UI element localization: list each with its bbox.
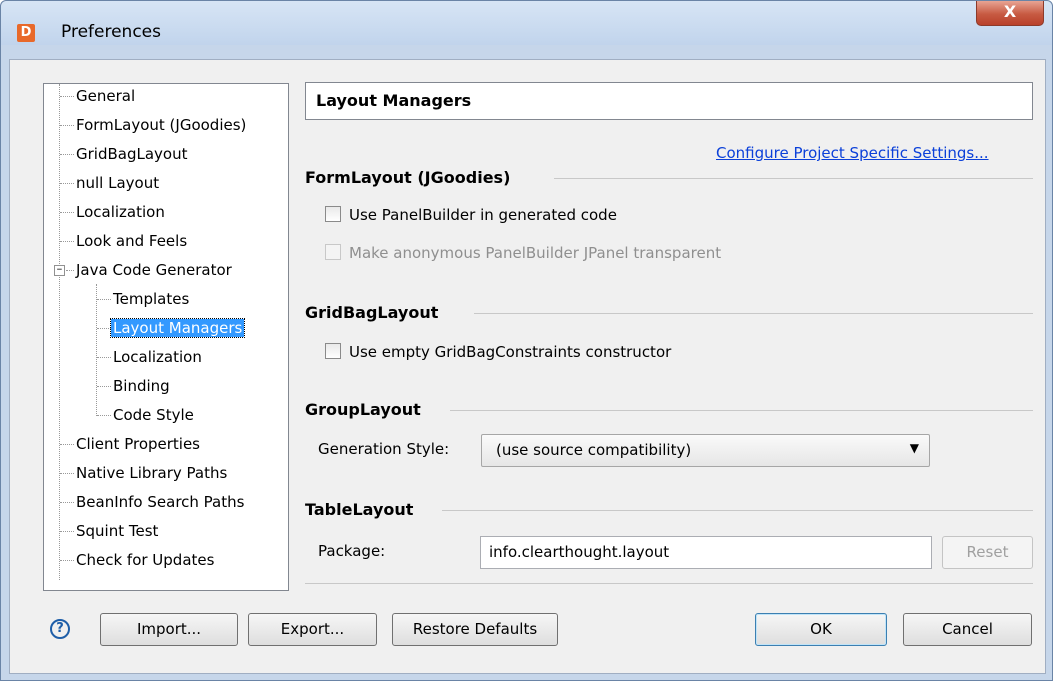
tree-item-localization-sub[interactable]: Localization	[111, 345, 204, 369]
section-divider	[554, 178, 1033, 179]
tree-item-general[interactable]: General	[74, 84, 137, 108]
tree-connector	[60, 183, 74, 184]
configure-project-settings-link[interactable]: Configure Project Specific Settings...	[716, 144, 989, 162]
export-button[interactable]: Export...	[248, 613, 377, 646]
page-title: Layout Managers	[316, 91, 472, 110]
tree-connector	[97, 357, 111, 358]
anonymous-panel-transparent-checkbox[interactable]: Make anonymous PanelBuilder JPanel trans…	[325, 243, 722, 262]
section-divider	[442, 510, 1033, 511]
reset-button[interactable]: Reset	[942, 536, 1033, 569]
tree-connector	[60, 502, 74, 503]
tree-item-label: Templates	[113, 290, 190, 308]
cancel-button[interactable]: Cancel	[903, 613, 1032, 646]
tree-item-beaninfo-search-paths[interactable]: BeanInfo Search Paths	[74, 490, 246, 514]
package-input[interactable]: info.clearthought.layout	[480, 536, 932, 569]
tree-connector	[97, 299, 111, 300]
tree-connector	[60, 154, 74, 155]
collapse-icon[interactable]: −	[54, 265, 65, 276]
tree-item-label: Localization	[76, 203, 165, 221]
tree-connector	[60, 444, 74, 445]
tree-item-null-layout[interactable]: null Layout	[74, 171, 161, 195]
tree-connector	[60, 241, 74, 242]
tree-item-label: null Layout	[76, 174, 160, 192]
tree-connector	[97, 328, 111, 329]
generation-style-label: Generation Style:	[318, 440, 450, 458]
tree-item-label: FormLayout (JGoodies)	[76, 116, 247, 134]
page-title-box: Layout Managers	[305, 82, 1033, 120]
import-button[interactable]: Import...	[100, 613, 238, 646]
tree-guide-children	[96, 284, 97, 416]
checkbox-box[interactable]	[325, 243, 341, 260]
tree-item-binding[interactable]: Binding	[111, 374, 172, 398]
tree-item-squint-test[interactable]: Squint Test	[74, 519, 160, 543]
checkbox-label: Make anonymous PanelBuilder JPanel trans…	[349, 244, 722, 262]
tree-item-java-code-generator[interactable]: Java Code Generator	[74, 258, 234, 282]
tree-item-label: Check for Updates	[76, 551, 215, 569]
dialog-content: General FormLayout (JGoodies) GridBagLay…	[9, 59, 1046, 674]
tree-item-label: BeanInfo Search Paths	[76, 493, 245, 511]
formlayout-section-title: FormLayout (JGoodies)	[305, 168, 511, 187]
chevron-down-icon: ▼	[909, 441, 919, 455]
tree-item-label: Localization	[113, 348, 202, 366]
use-panelbuilder-checkbox[interactable]: Use PanelBuilder in generated code	[325, 205, 617, 224]
close-button[interactable]: X	[976, 1, 1044, 26]
tree-item-native-library-paths[interactable]: Native Library Paths	[74, 461, 229, 485]
tree-connector	[97, 415, 111, 416]
tree-item-check-for-updates[interactable]: Check for Updates	[74, 548, 216, 572]
checkbox-box[interactable]	[325, 205, 341, 222]
tree-connector	[60, 531, 74, 532]
tree-item-label: Layout Managers	[109, 318, 246, 338]
gridbag-section-title: GridBagLayout	[305, 303, 439, 322]
tree-item-label: Squint Test	[76, 522, 159, 540]
tree-item-label: General	[76, 87, 136, 105]
generation-style-dropdown[interactable]: (use source compatibility) ▼	[481, 434, 930, 467]
tree-item-label: Native Library Paths	[76, 464, 228, 482]
tree-item-look-and-feels[interactable]: Look and Feels	[74, 229, 189, 253]
tree-item-formlayout[interactable]: FormLayout (JGoodies)	[74, 113, 248, 137]
grouplayout-section-title: GroupLayout	[305, 400, 421, 419]
empty-gridbagconstraints-checkbox[interactable]: Use empty GridBagConstraints constructor	[325, 342, 672, 361]
tree-connector	[66, 270, 74, 271]
preferences-tree[interactable]: General FormLayout (JGoodies) GridBagLay…	[43, 83, 289, 591]
tree-guide-root	[59, 84, 60, 580]
tree-item-label: GridBagLayout	[76, 145, 188, 163]
checkbox-label: Use PanelBuilder in generated code	[349, 206, 617, 224]
package-value: info.clearthought.layout	[489, 543, 670, 561]
generation-style-value: (use source compatibility)	[496, 441, 692, 459]
tree-connector	[60, 560, 74, 561]
preferences-window: D Preferences X General FormLayout (JGoo…	[0, 0, 1053, 681]
restore-defaults-button[interactable]: Restore Defaults	[392, 613, 558, 646]
tablelayout-section-title: TableLayout	[305, 500, 414, 519]
tree-item-client-properties[interactable]: Client Properties	[74, 432, 202, 456]
tree-item-code-style[interactable]: Code Style	[111, 403, 196, 427]
title-bar[interactable]: D Preferences X	[1, 1, 1052, 45]
tree-item-localization[interactable]: Localization	[74, 200, 167, 224]
tree-item-layout-managers[interactable]: Layout Managers	[109, 316, 246, 340]
tree-item-label: Java Code Generator	[76, 261, 232, 279]
tree-connector	[60, 212, 74, 213]
tree-item-label: Binding	[113, 377, 170, 395]
section-divider	[474, 313, 1033, 314]
tree-item-label: Code Style	[113, 406, 194, 424]
ok-button[interactable]: OK	[755, 613, 887, 646]
section-divider	[450, 410, 1033, 411]
tree-connector	[97, 386, 111, 387]
tree-connector	[60, 96, 74, 97]
tree-item-label: Client Properties	[76, 435, 200, 453]
checkbox-label: Use empty GridBagConstraints constructor	[349, 343, 672, 361]
help-icon[interactable]: ?	[50, 619, 70, 639]
tree-item-templates[interactable]: Templates	[111, 287, 191, 311]
bottom-divider	[305, 583, 1033, 584]
app-icon: D	[17, 24, 35, 42]
window-title: Preferences	[61, 22, 161, 42]
checkbox-box[interactable]	[325, 342, 341, 359]
tree-item-label: Look and Feels	[76, 232, 188, 250]
tree-connector	[60, 125, 74, 126]
tree-connector	[60, 473, 74, 474]
tree-item-gridbaglayout[interactable]: GridBagLayout	[74, 142, 189, 166]
package-label: Package:	[318, 542, 386, 560]
